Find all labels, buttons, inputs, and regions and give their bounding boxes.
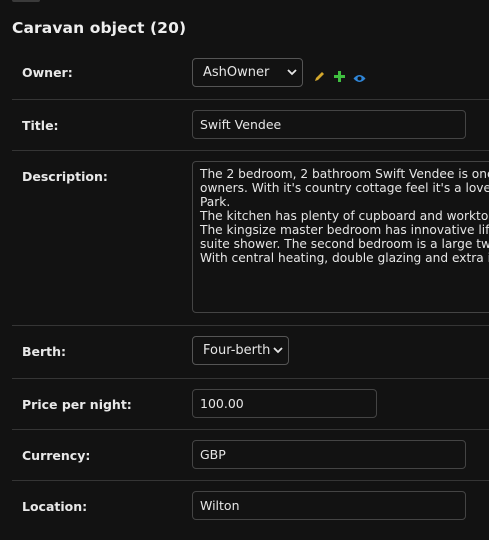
description-line: The 2 bedroom, 2 bathroom Swift Vendee i…	[200, 167, 489, 181]
location-input[interactable]: Wilton	[192, 491, 466, 520]
description-label: Description:	[22, 169, 108, 184]
description-line: Park.	[200, 195, 231, 209]
price-label: Price per night:	[22, 397, 132, 412]
eye-icon[interactable]	[353, 68, 366, 87]
description-line: With central heating, double glazing and…	[200, 251, 489, 265]
pencil-icon[interactable]	[314, 67, 325, 86]
owner-select[interactable]: AshOwner	[192, 58, 303, 87]
title-input[interactable]: Swift Vendee	[192, 110, 466, 139]
plus-icon[interactable]	[334, 67, 345, 86]
berth-select-value: Four-berth	[203, 343, 271, 358]
description-line: owners. With it's country cottage feel i…	[200, 181, 489, 195]
owner-row: Owner: AshOwner	[12, 46, 489, 100]
description-line: suite shower. The second bedroom is a la…	[200, 237, 489, 251]
price-input[interactable]: 100.00	[192, 389, 377, 418]
berth-select[interactable]: Four-berth	[192, 336, 289, 365]
title-label: Title:	[22, 118, 59, 133]
description-textarea[interactable]: The 2 bedroom, 2 bathroom Swift Vendee i…	[192, 161, 489, 313]
location-label: Location:	[22, 499, 88, 514]
currency-label: Currency:	[22, 448, 91, 463]
berth-label: Berth:	[22, 344, 67, 359]
title-row: Title: Swift Vendee	[12, 99, 489, 151]
description-line: The kitchen has plenty of cupboard and w…	[200, 209, 489, 223]
description-line: The kingsize master bedroom has innovati…	[200, 223, 489, 237]
chevron-down-icon	[273, 343, 283, 358]
caravan-fieldset: Caravan object (20) Owner: AshOwner Titl…	[12, 0, 489, 522]
owner-label: Owner:	[22, 65, 73, 80]
currency-input[interactable]: GBP	[192, 440, 466, 469]
location-row: Location: Wilton	[12, 480, 489, 540]
chevron-down-icon	[287, 65, 297, 80]
page-title: Caravan object (20)	[12, 19, 187, 37]
price-row: Price per night: 100.00	[12, 378, 489, 430]
owner-select-value: AshOwner	[203, 65, 270, 80]
currency-row: Currency: GBP	[12, 429, 489, 481]
berth-row: Berth: Four-berth	[12, 325, 489, 379]
description-row: Description: The 2 bedroom, 2 bathroom S…	[12, 150, 489, 326]
